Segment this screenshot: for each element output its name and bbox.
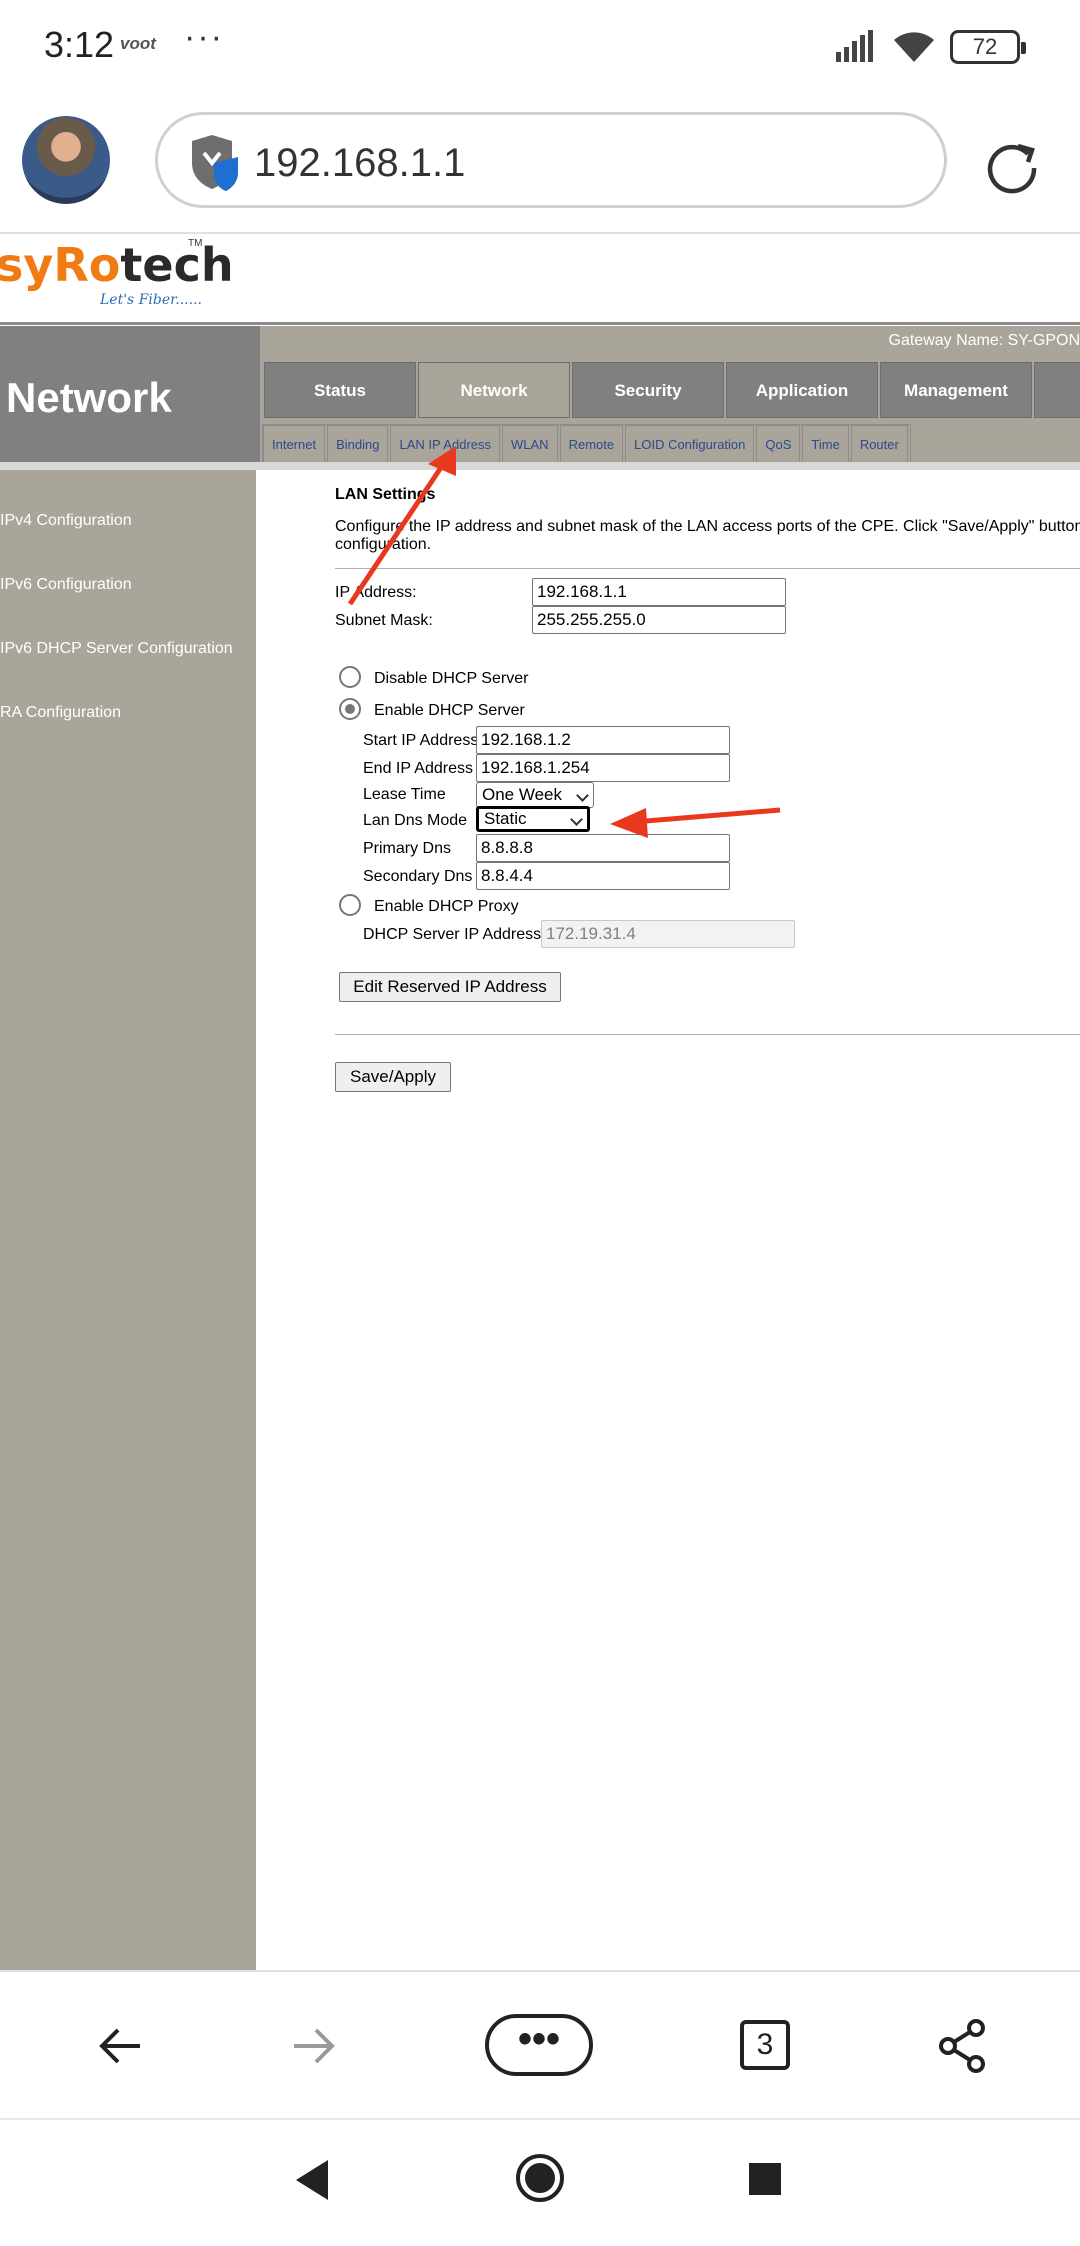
ip-address-label: IP Address: [335, 584, 417, 601]
disable-dhcp-radio[interactable] [339, 666, 361, 688]
dhcp-server-ip-label: DHCP Server IP Address [363, 926, 542, 943]
subtab-router[interactable]: Router [850, 425, 908, 463]
back-arrow-icon[interactable] [96, 2024, 144, 2068]
subtab-binding[interactable]: Binding [327, 425, 389, 463]
share-icon[interactable] [936, 2018, 988, 2074]
subtab-loid-configuration[interactable]: LOID Configuration [625, 425, 755, 463]
menu-button[interactable]: ••• [485, 2014, 593, 2076]
profile-avatar[interactable] [22, 116, 110, 204]
tab-security[interactable]: Security [572, 362, 724, 418]
sidebar-item-ipv4[interactable]: IPv4 Configuration [0, 512, 132, 530]
reload-icon[interactable] [984, 138, 1040, 194]
start-ip-label: Start IP Address [363, 732, 479, 749]
header-divider [0, 322, 1080, 325]
page-title: Network [0, 326, 260, 462]
tab-diagnosis[interactable]: D [1034, 362, 1080, 418]
sidebar-item-ra[interactable]: RA Configuration [0, 704, 121, 722]
tab-application[interactable]: Application [726, 362, 878, 418]
gateway-name: Gateway Name: SY-GPON [888, 332, 1080, 349]
wifi-icon [894, 32, 934, 62]
subtab-time[interactable]: Time [802, 425, 849, 463]
sidebar: IPv4 Configuration IPv6 Configuration IP… [0, 470, 256, 1970]
syrotech-logo: syRotech TM Let's Fiber...... [0, 234, 300, 322]
description-line-2: configuration. [335, 536, 432, 553]
disable-dhcp-label: Disable DHCP Server [374, 670, 529, 687]
lease-time-value: One Week [482, 785, 563, 804]
more-notifications-icon: ··· [184, 18, 224, 56]
nav-separator [0, 462, 1080, 470]
lan-dns-mode-select[interactable]: Static [476, 806, 590, 832]
subtab-internet[interactable]: Internet [263, 425, 326, 463]
system-recents-icon[interactable] [748, 2162, 782, 2196]
subtab-lan-ip-address[interactable]: LAN IP Address [390, 425, 501, 463]
enable-dhcp-proxy-label: Enable DHCP Proxy [374, 898, 519, 915]
secondary-dns-label: Secondary Dns [363, 868, 473, 885]
tab-management[interactable]: Management [880, 362, 1032, 418]
screen: 3:12 voot ··· 72 192.168.1.1 syRotech TM… [0, 0, 1080, 2246]
dhcp-server-ip-input: 172.19.31.4 [541, 920, 795, 948]
sidebar-item-ipv6-dhcp[interactable]: IPv6 DHCP Server Configuration [0, 640, 233, 658]
chevron-down-icon [570, 813, 583, 826]
browser-bottom-bar: ••• 3 [0, 1970, 1080, 2118]
edit-reserved-ip-button[interactable]: Edit Reserved IP Address [339, 972, 561, 1002]
enable-dhcp-label: Enable DHCP Server [374, 702, 525, 719]
subtab-wlan[interactable]: WLAN [502, 425, 558, 463]
secondary-dns-input[interactable]: 8.8.4.4 [476, 862, 730, 890]
sidebar-item-ipv6[interactable]: IPv6 Configuration [0, 576, 132, 594]
logo-brand-suffix: tech [120, 238, 234, 292]
voot-notification-icon: voot [120, 34, 156, 53]
logo-trademark: TM [188, 238, 203, 249]
browser-toolbar: 192.168.1.1 [0, 96, 1080, 234]
start-ip-input[interactable]: 192.168.1.2 [476, 726, 730, 754]
primary-dns-label: Primary Dns [363, 840, 452, 857]
system-navigation-bar [0, 2118, 1080, 2246]
tab-status[interactable]: Status [264, 362, 416, 418]
subnet-mask-input[interactable]: 255.255.255.0 [532, 606, 786, 634]
ip-address-input[interactable]: 192.168.1.1 [532, 578, 786, 606]
logo-tagline: Let's Fiber...... [100, 292, 202, 308]
lan-dns-mode-label: Lan Dns Mode [363, 812, 468, 829]
chevron-down-icon [576, 789, 589, 802]
divider [335, 568, 1080, 569]
signal-icon [836, 30, 873, 62]
section-description: Configure the IP address and subnet mask… [335, 518, 1080, 554]
tabs-count-button[interactable]: 3 [740, 2020, 790, 2070]
url-bar[interactable]: 192.168.1.1 [155, 112, 947, 208]
logo-brand-prefix: syRo [0, 238, 121, 292]
lease-time-select[interactable]: One Week [476, 782, 594, 808]
end-ip-input[interactable]: 192.168.1.254 [476, 754, 730, 782]
system-back-icon[interactable] [292, 2158, 332, 2202]
description-line-1: Configure the IP address and subnet mask… [335, 518, 1080, 535]
lan-dns-mode-value: Static [484, 809, 527, 828]
enable-dhcp-proxy-radio[interactable] [339, 894, 361, 916]
system-home-icon[interactable] [514, 2152, 566, 2204]
subtab-qos[interactable]: QoS [756, 425, 801, 463]
router-page: syRotech TM Let's Fiber...... Network Ga… [0, 234, 1080, 1970]
main-tabs: Status Network Security Application Mana… [264, 362, 1080, 418]
battery-icon: 72 [950, 30, 1026, 64]
divider [335, 1034, 1080, 1035]
lan-settings-panel: LAN Settings Configure the IP address an… [256, 470, 1080, 1970]
primary-dns-input[interactable]: 8.8.8.8 [476, 834, 730, 862]
section-title: LAN Settings [335, 486, 436, 503]
save-apply-button[interactable]: Save/Apply [335, 1062, 451, 1092]
status-bar: 3:12 voot ··· 72 [0, 0, 1080, 96]
end-ip-label: End IP Address [363, 760, 473, 777]
status-time: 3:12 [44, 24, 115, 65]
subnet-mask-label: Subnet Mask: [335, 612, 433, 629]
lease-time-label: Lease Time [363, 786, 446, 803]
security-shield-icon[interactable] [188, 133, 242, 193]
tab-network[interactable]: Network [418, 362, 570, 418]
top-navigation: Gateway Name: SY-GPON Status Network Sec… [260, 326, 1080, 464]
enable-dhcp-radio[interactable] [339, 698, 361, 720]
forward-arrow-icon[interactable] [290, 2024, 338, 2068]
url-text: 192.168.1.1 [254, 141, 466, 185]
subtab-remote[interactable]: Remote [559, 425, 624, 463]
sub-tabs: Internet Binding LAN IP Address WLAN Rem… [262, 424, 911, 464]
